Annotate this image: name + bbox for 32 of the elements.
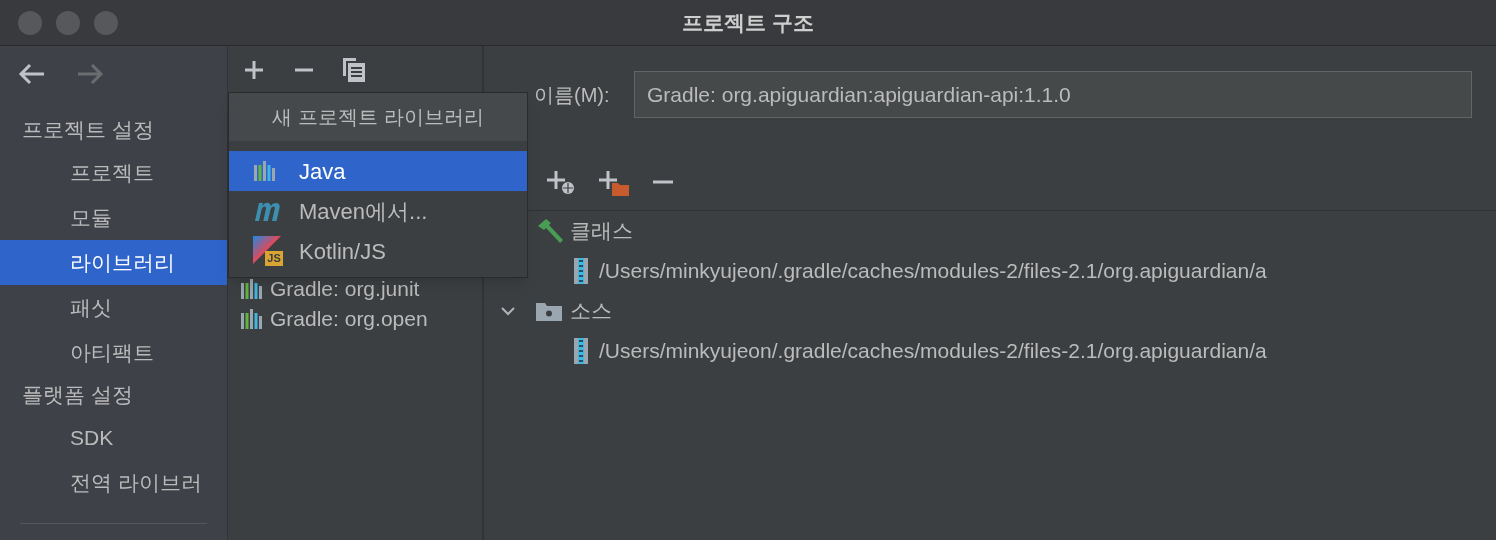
add-icon[interactable] (242, 58, 266, 82)
menu-item[interactable]: Java (229, 151, 527, 191)
add-folder-icon[interactable] (598, 168, 630, 196)
archive-icon (574, 338, 588, 364)
library-icon (240, 278, 262, 300)
section-header: 프로젝트 설정 (22, 117, 154, 144)
section-header: 플랫폼 설정 (22, 382, 133, 409)
sidebar-item[interactable]: 전역 라이브러 (0, 460, 227, 505)
sidebar-item[interactable]: 아티팩트 (0, 330, 227, 375)
hammer-icon (536, 218, 564, 244)
name-label: 이름(M): (534, 82, 610, 108)
back-arrow-icon[interactable] (18, 63, 46, 85)
popup-title: 새 프로젝트 라이브러리 (272, 105, 484, 130)
tree-node[interactable]: 소스 (484, 291, 1496, 331)
sidebar-item[interactable]: 모듈 (0, 195, 227, 240)
sidebar-item[interactable]: 프로젝트 (0, 150, 227, 195)
sidebar-item[interactable]: 패싯 (0, 285, 227, 330)
tree-node[interactable]: /Users/minkyujeon/.gradle/caches/modules-2/files-2.1/org.apiguardian/a (484, 331, 1496, 371)
copy-icon[interactable] (342, 57, 366, 83)
window-title: 프로젝트 구조 (682, 9, 814, 36)
library-item[interactable]: Gradle: org.open (228, 304, 482, 334)
name-field[interactable]: Gradle: org.apiguardian:apiguardian-api:1.1.0 (634, 71, 1472, 118)
maven-icon (253, 200, 283, 222)
sidebar-item[interactable]: SDK (0, 415, 227, 460)
add-url-icon[interactable] (546, 168, 576, 196)
kotlin-js-icon: JS (253, 236, 283, 266)
folder-icon (536, 301, 562, 321)
library-item[interactable]: Gradle: org.junit (228, 274, 482, 304)
archive-icon (574, 258, 588, 284)
sidebar-item[interactable]: 라이브러리 (0, 240, 227, 285)
library-icon (240, 308, 262, 330)
library-icon (253, 160, 275, 182)
